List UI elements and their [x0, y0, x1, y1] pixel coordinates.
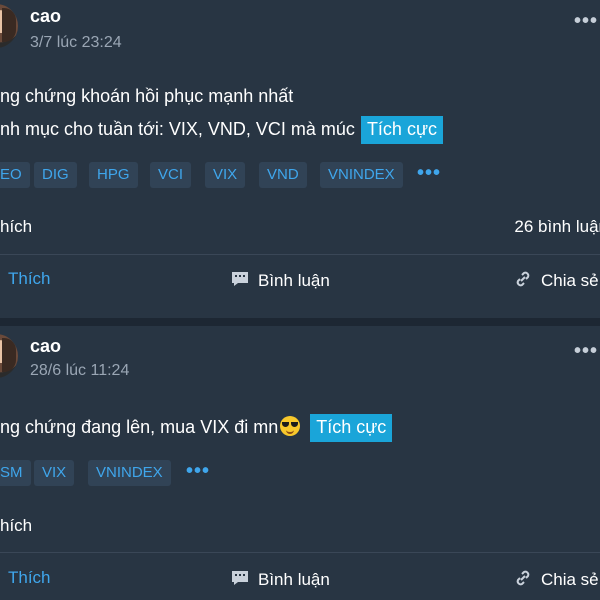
post-card: cao 3/7 lúc 23:24 ••• ng chứng khoán hồi… — [0, 0, 600, 318]
post-text: ng chứng đang lên, mua VIX đi mn — [0, 417, 279, 437]
more-tags-icon[interactable]: ••• — [417, 162, 441, 188]
share-button[interactable]: Chia sẻ — [513, 568, 599, 593]
author-name[interactable]: cao — [30, 6, 61, 27]
share-link-icon — [513, 269, 533, 294]
comment-button[interactable]: Bình luận — [230, 269, 330, 294]
more-options-icon[interactable]: ••• — [574, 10, 598, 33]
cool-sunglasses-emoji-icon — [280, 416, 301, 436]
post-text-line: ng chứng khoán hồi phục mạnh nhất — [0, 86, 294, 106]
comment-button[interactable]: Bình luận — [230, 568, 330, 593]
author-name[interactable]: cao — [30, 336, 61, 357]
ticker-tag[interactable]: HPG — [89, 162, 138, 188]
post-text-line-with-sentiment: ng chứng đang lên, mua VIX đi mn Tích cực — [0, 414, 393, 442]
ticker-tag[interactable]: VIX — [34, 460, 75, 486]
avatar[interactable] — [0, 334, 18, 378]
more-options-icon[interactable]: ••• — [574, 340, 598, 363]
comment-bubble-icon — [230, 568, 250, 593]
share-link-icon — [513, 568, 533, 593]
ticker-tag[interactable]: DIG — [34, 162, 77, 188]
post-separator — [0, 318, 600, 326]
post-timestamp[interactable]: 28/6 lúc 11:24 — [30, 362, 129, 380]
divider — [0, 552, 600, 553]
like-label: Thích — [8, 568, 51, 587]
comment-label: Bình luận — [258, 270, 330, 290]
ticker-tag[interactable]: SM — [0, 460, 31, 486]
comment-count[interactable]: 26 bình luận — [514, 217, 600, 237]
sentiment-badge[interactable]: Tích cực — [310, 414, 393, 442]
like-count[interactable]: hích — [0, 516, 32, 536]
comment-bubble-icon — [230, 269, 250, 294]
share-label: Chia sẻ — [541, 270, 599, 290]
more-tags-icon[interactable]: ••• — [186, 460, 210, 486]
ticker-tag[interactable]: VIX — [205, 162, 246, 188]
post-card: cao 28/6 lúc 11:24 ••• ng chứng đang lên… — [0, 326, 600, 600]
ticker-tag[interactable]: VNINDEX — [88, 460, 171, 486]
comment-label: Bình luận — [258, 569, 330, 589]
ticker-tag[interactable]: EO — [0, 162, 30, 188]
share-button[interactable]: Chia sẻ — [513, 269, 599, 294]
like-count[interactable]: hích — [0, 217, 32, 237]
like-button[interactable]: Thích — [8, 269, 51, 289]
avatar[interactable] — [0, 4, 18, 48]
like-label: Thích — [8, 269, 51, 288]
ticker-tag[interactable]: VCI — [150, 162, 192, 188]
like-button[interactable]: Thích — [8, 568, 51, 588]
ticker-tag[interactable]: VND — [259, 162, 307, 188]
share-label: Chia sẻ — [541, 569, 599, 589]
ticker-tag[interactable]: VNINDEX — [320, 162, 403, 188]
post-text: nh mục cho tuần tới: VIX, VND, VCI mà mú… — [0, 119, 355, 139]
post-text-line-with-sentiment: nh mục cho tuần tới: VIX, VND, VCI mà mú… — [0, 116, 443, 144]
sentiment-badge[interactable]: Tích cực — [360, 116, 443, 144]
post-timestamp[interactable]: 3/7 lúc 23:24 — [30, 34, 122, 52]
divider — [0, 254, 600, 255]
